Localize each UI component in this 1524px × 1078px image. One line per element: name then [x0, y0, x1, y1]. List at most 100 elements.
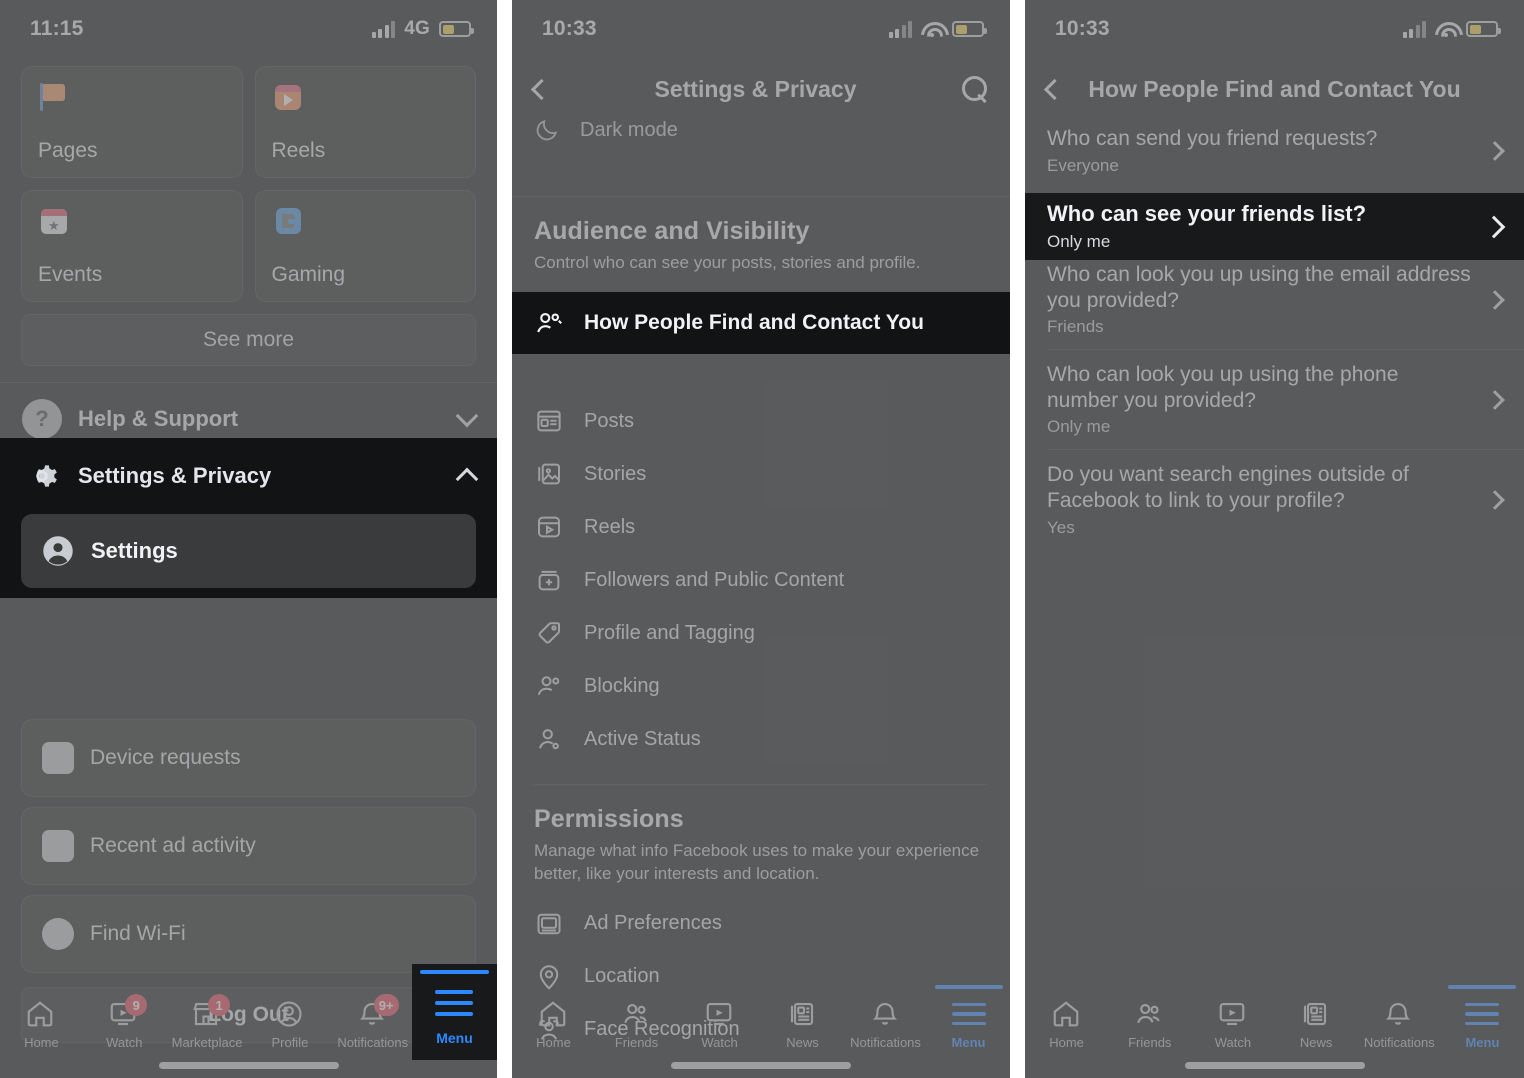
tile-label: Reels: [271, 139, 326, 162]
tab-label: Notifications: [850, 1035, 921, 1050]
tile-events[interactable]: ★ Events: [21, 190, 243, 302]
page-title: Settings & Privacy: [654, 75, 857, 102]
spotlight-how-people-find-and-contact-you[interactable]: How People Find and Contact You: [512, 292, 1010, 354]
moon-icon: [536, 120, 558, 141]
status-bar-panel3: 10:33: [1025, 0, 1524, 58]
card-device-requests[interactable]: Device requests: [21, 719, 476, 797]
list-item-ad-preferences[interactable]: Ad Preferences: [512, 897, 1010, 950]
ad-preferences-icon: [537, 913, 561, 935]
tab-notifications[interactable]: Notifications: [1358, 999, 1441, 1050]
list-item-reels[interactable]: Reels: [512, 501, 1010, 554]
blocking-icon: [537, 676, 560, 696]
bell-icon: 9+: [356, 994, 399, 1029]
tab-label: Home: [1049, 1035, 1084, 1050]
tab-label: Menu: [1465, 1035, 1500, 1050]
settings-menu-item[interactable]: Settings: [21, 514, 476, 588]
option-row-friend-requests[interactable]: Who can send you friend requests? Everyo…: [1025, 120, 1524, 182]
tile-pages[interactable]: Pages: [21, 66, 243, 178]
tab-label: Menu: [436, 1030, 473, 1046]
list-item-label: Ad Preferences: [584, 912, 722, 935]
tab-home[interactable]: Home: [0, 999, 83, 1050]
tab-watch[interactable]: Watch: [1191, 999, 1274, 1050]
chevron-right-icon: [1482, 215, 1506, 238]
option-row-search-engines[interactable]: Do you want search engines outside of Fa…: [1025, 450, 1524, 549]
list-item-label: Followers and Public Content: [584, 568, 845, 591]
tab-label: Friends: [614, 1035, 659, 1050]
option-value: Only me: [1047, 231, 1111, 251]
tab-friends[interactable]: Friends: [595, 999, 678, 1050]
network-type-label: 4G: [404, 18, 430, 39]
panel-facebook-menu: 11:15 4G Pages Reels ★ Events Gaming See…: [0, 0, 497, 1078]
home-indicator: [671, 1062, 851, 1069]
list-item-active-status[interactable]: Active Status: [512, 713, 1010, 766]
tab-news[interactable]: News: [1275, 999, 1358, 1050]
tab-label: Home: [24, 1035, 59, 1050]
list-item-followers-and-public-content[interactable]: Followers and Public Content: [512, 554, 1010, 607]
gaming-g-icon: [272, 205, 304, 237]
battery-low-icon: [952, 21, 987, 37]
help-support-label: Help & Support: [78, 406, 239, 431]
tab-profile[interactable]: Profile: [248, 999, 331, 1050]
tab-watch[interactable]: 9 Watch: [83, 994, 166, 1050]
panel-gap-2: [1010, 0, 1025, 1078]
bottom-tab-bar-panel3: Home Friends Watch News Notifications Me…: [1025, 976, 1524, 1078]
watch-icon: [1216, 999, 1250, 1029]
active-tab-indicator: [420, 970, 489, 974]
tab-friends[interactable]: Friends: [1108, 999, 1191, 1050]
spotlight-who-can-see-your-friends-list[interactable]: Who can see your friends list? Only me: [1025, 193, 1524, 260]
ad-activity-icon: [42, 830, 74, 862]
tab-notifications[interactable]: Notifications: [844, 999, 927, 1050]
tab-home[interactable]: Home: [1025, 999, 1108, 1050]
chevron-right-icon: [1485, 490, 1505, 510]
nav-bar-panel3: How People Find and Contact You: [1025, 58, 1524, 120]
list-item-blocking[interactable]: Blocking: [512, 660, 1010, 713]
tab-notifications[interactable]: 9+ Notifications: [331, 994, 414, 1050]
spotlight-menu-tab[interactable]: Menu: [412, 964, 497, 1060]
option-value: Yes: [1047, 517, 1075, 537]
tab-label: Watch: [701, 1035, 738, 1050]
list-item-profile-and-tagging[interactable]: Profile and Tagging: [512, 607, 1010, 660]
dark-mode-label: Dark mode: [580, 120, 678, 141]
search-icon[interactable]: [962, 76, 988, 102]
option-row-phone-lookup[interactable]: Who can look you up using the phone numb…: [1025, 350, 1524, 449]
list-item-label: How People Find and Contact You: [584, 311, 924, 334]
tile-reels[interactable]: Reels: [254, 66, 476, 178]
option-value: Friends: [1047, 317, 1104, 337]
tile-gaming[interactable]: Gaming: [254, 190, 476, 302]
followers-icon: [538, 571, 560, 591]
tab-label: Friends: [1128, 1035, 1172, 1050]
option-row-email-lookup[interactable]: Who can look you up using the email addr…: [1025, 250, 1524, 349]
question-circle-icon: ?: [22, 399, 62, 439]
list-item-stories[interactable]: Stories: [512, 448, 1010, 501]
status-bar-panel1: 11:15 4G: [0, 0, 497, 58]
chevron-right-icon: [1485, 389, 1505, 410]
tab-home[interactable]: Home: [512, 999, 595, 1050]
audience-items-list: Profile Information Posts Stories Reels …: [512, 289, 1010, 766]
dark-mode-row-partial[interactable]: Dark mode: [512, 120, 1010, 154]
tab-marketplace[interactable]: 1 Marketplace: [166, 994, 249, 1050]
section-title: Permissions: [534, 804, 684, 833]
see-more-button[interactable]: See more: [21, 314, 476, 366]
tab-watch[interactable]: Watch: [678, 999, 761, 1050]
list-item-label: Profile and Tagging: [584, 621, 755, 644]
list-item-label: Active Status: [584, 727, 701, 750]
shortcut-tiles: Pages Reels ★ Events Gaming: [0, 58, 497, 302]
tab-label: News: [1299, 1035, 1333, 1050]
tab-menu[interactable]: Menu: [927, 985, 1010, 1050]
watch-icon: 9: [107, 994, 148, 1029]
section-permissions: Permissions Manage what info Facebook us…: [512, 785, 1010, 886]
cellular-signal-icon: [888, 20, 912, 38]
card-label: Recent ad activity: [90, 834, 256, 857]
tab-menu[interactable]: Menu: [1441, 985, 1524, 1050]
list-item-posts[interactable]: Posts: [512, 395, 1010, 448]
bottom-tab-bar-panel2: Home Friends Watch News Notifications Me…: [512, 976, 1010, 1078]
settings-privacy-row[interactable]: Settings & Privacy: [0, 438, 497, 514]
account-circle-icon: [43, 536, 73, 566]
card-find-wifi[interactable]: Find Wi-Fi: [21, 895, 476, 973]
section-subtitle: Manage what info Facebook uses to make y…: [534, 840, 980, 883]
tab-news[interactable]: News: [761, 999, 844, 1050]
hamburger-menu-icon: [1465, 999, 1500, 1029]
panel-settings-privacy: 10:33 Settings & Privacy Dark mode Audie…: [512, 0, 1010, 1078]
hamburger-menu-icon: [435, 990, 473, 1016]
card-recent-ad-activity[interactable]: Recent ad activity: [21, 807, 476, 885]
